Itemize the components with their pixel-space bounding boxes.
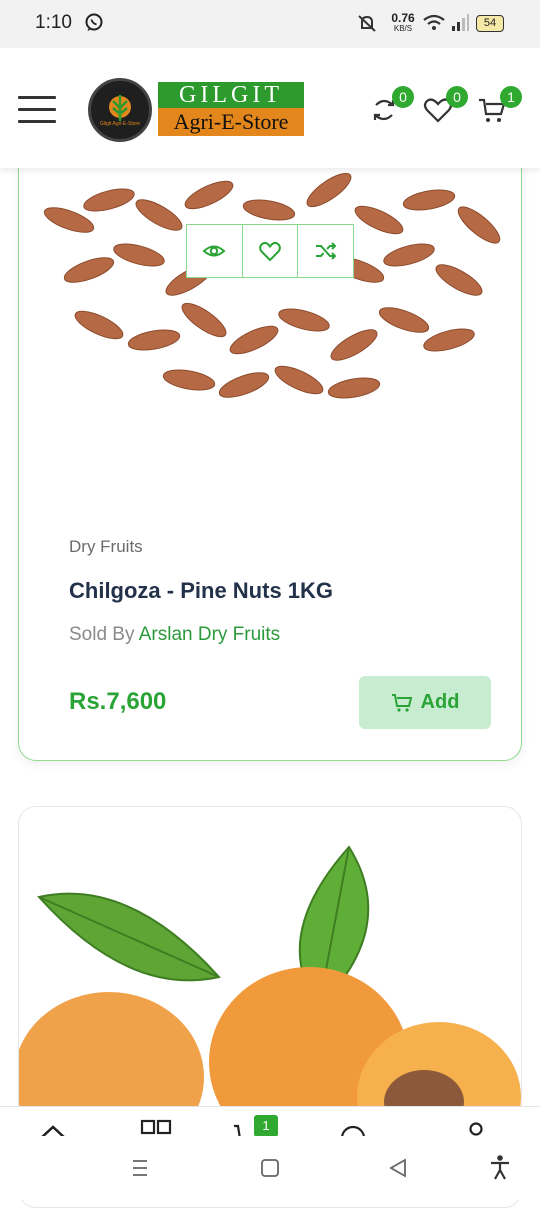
cart-icon bbox=[391, 693, 412, 712]
add-to-compare-button[interactable] bbox=[298, 225, 353, 277]
battery-icon: 54 bbox=[476, 15, 504, 32]
vendor-link[interactable]: Arslan Dry Fruits bbox=[139, 624, 280, 645]
wifi-icon bbox=[423, 14, 445, 30]
compare-count-badge: 0 bbox=[392, 86, 414, 108]
quick-view-button[interactable] bbox=[187, 225, 243, 277]
heart-icon bbox=[259, 241, 281, 262]
bottom-cart-button[interactable]: 1 bbox=[232, 1115, 280, 1137]
grid-icon[interactable] bbox=[140, 1119, 174, 1137]
status-time: 1:10 bbox=[35, 12, 72, 33]
accessibility-icon[interactable] bbox=[488, 1154, 512, 1182]
wishlist-button[interactable]: 0 bbox=[422, 86, 468, 128]
product-image[interactable] bbox=[19, 837, 521, 1147]
whatsapp-icon bbox=[85, 13, 103, 31]
sold-by-label: Sold By bbox=[69, 624, 135, 645]
shuffle-icon bbox=[315, 242, 337, 260]
product-price: Rs.7,600 bbox=[69, 688, 167, 715]
logo-emblem[interactable]: Gilgit Agri-E-Store bbox=[88, 78, 152, 142]
search-icon[interactable] bbox=[336, 1121, 370, 1137]
add-to-cart-button[interactable]: Add bbox=[359, 676, 491, 729]
logo-wheat-icon bbox=[109, 95, 131, 121]
menu-button[interactable] bbox=[18, 96, 56, 123]
add-label: Add bbox=[420, 691, 460, 713]
product-category[interactable]: Dry Fruits bbox=[69, 537, 143, 557]
system-nav-bar bbox=[0, 1136, 540, 1200]
bottom-nav: 1 bbox=[0, 1106, 540, 1137]
cart-button[interactable]: 1 bbox=[476, 86, 522, 128]
product-name[interactable]: Chilgoza - Pine Nuts 1KG bbox=[69, 578, 333, 604]
eye-icon bbox=[202, 245, 226, 257]
signal-icon bbox=[452, 14, 469, 31]
logo-title[interactable]: GILGIT bbox=[158, 82, 304, 108]
home-icon[interactable] bbox=[258, 1156, 282, 1180]
add-to-wishlist-button[interactable] bbox=[243, 225, 299, 277]
back-icon[interactable] bbox=[386, 1156, 410, 1180]
chevron-up-icon[interactable] bbox=[36, 1117, 70, 1137]
user-icon[interactable] bbox=[464, 1119, 488, 1137]
status-bar: 1:10 0.76 KB/S 54 bbox=[0, 0, 540, 48]
recent-apps-icon[interactable] bbox=[128, 1156, 152, 1180]
compare-button[interactable]: 0 bbox=[368, 86, 414, 128]
sold-by: Sold By Arslan Dry Fruits bbox=[69, 624, 280, 646]
logo-circle-text: Gilgit Agri-E-Store bbox=[99, 121, 140, 127]
net-speed: 0.76 KB/S bbox=[391, 11, 415, 33]
mute-icon bbox=[358, 15, 376, 32]
bottom-cart-badge: 1 bbox=[254, 1115, 278, 1137]
battery-level: 54 bbox=[483, 17, 497, 29]
logo-subtitle[interactable]: Agri-E-Store bbox=[158, 108, 304, 136]
cart-count-badge: 1 bbox=[500, 86, 522, 108]
wishlist-count-badge: 0 bbox=[446, 86, 468, 108]
site-header: Gilgit Agri-E-Store GILGIT Agri-E-Store … bbox=[0, 48, 540, 168]
product-actions bbox=[186, 224, 354, 278]
